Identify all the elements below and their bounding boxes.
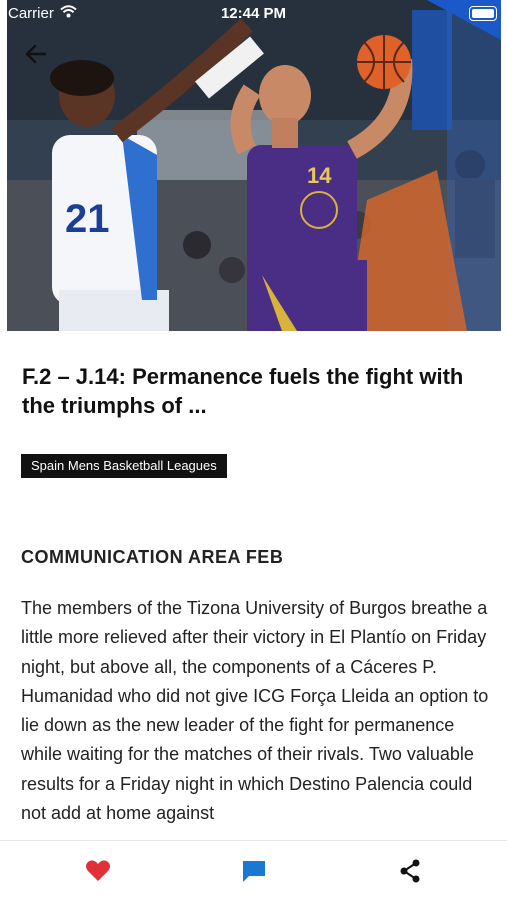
heart-icon bbox=[86, 860, 110, 881]
battery-icon bbox=[469, 6, 497, 21]
jersey-left-number: 21 bbox=[65, 197, 110, 241]
like-button[interactable] bbox=[84, 857, 112, 885]
share-icon bbox=[400, 859, 420, 883]
back-button[interactable] bbox=[20, 38, 52, 70]
hero-photo: 21 14 bbox=[7, 0, 501, 331]
status-time: 12:44 PM bbox=[220, 5, 287, 22]
jersey-right-number: 14 bbox=[307, 163, 332, 188]
comment-icon bbox=[243, 861, 265, 882]
share-button[interactable] bbox=[396, 857, 424, 885]
category-tag[interactable]: Spain Mens Basketball Leagues bbox=[21, 454, 227, 478]
comment-button[interactable] bbox=[240, 857, 268, 885]
article-title: F.2 – J.14: Permanence fuels the fight w… bbox=[22, 364, 464, 418]
article-hero-image: 21 14 bbox=[7, 0, 501, 331]
article-author: COMMUNICATION AREA FEB bbox=[21, 547, 284, 567]
article-body: The members of the Tizona University of … bbox=[21, 594, 491, 840]
back-arrow-icon bbox=[25, 44, 47, 64]
bottom-action-bar bbox=[0, 840, 507, 901]
status-bar: Carrier 12:44 PM bbox=[0, 0, 507, 30]
